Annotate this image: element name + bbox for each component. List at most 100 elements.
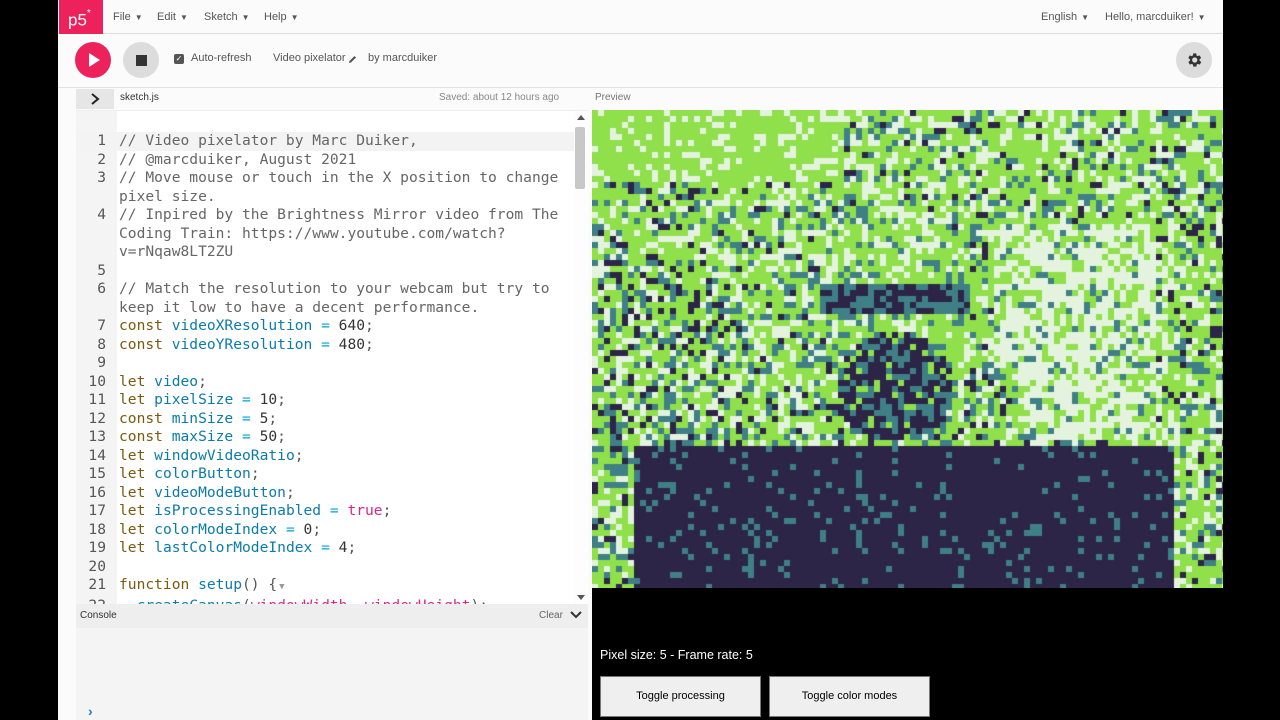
- sketch-author: by marcduiker: [368, 52, 438, 64]
- settings-button[interactable]: [1176, 42, 1212, 78]
- play-icon: [89, 53, 100, 67]
- code-token: let: [119, 446, 155, 464]
- code-token: ,: [347, 597, 365, 605]
- code-line[interactable]: 13 const maxSize = 50;: [76, 428, 576, 447]
- menu-edit[interactable]: Edit ▼: [157, 0, 188, 34]
- sidebar-toggle-button[interactable]: [76, 89, 114, 109]
- code-line[interactable]: Coding Train: https://www.youtube.com/wa…: [76, 225, 576, 244]
- sketch-name[interactable]: Video pixelator: [273, 52, 346, 64]
- code-line[interactable]: keep it low to have a decent performance…: [76, 299, 576, 318]
- p5-editor-window: p5* File ▼ Edit ▼ Sketch ▼ Help ▼ English ▼ H…: [58, 0, 1223, 720]
- code-line[interactable]: 19 let lastColorModeIndex = 4;: [76, 539, 576, 558]
- fold-arrow-icon[interactable]: ▼: [279, 582, 284, 592]
- code-line[interactable]: pixel size.: [76, 188, 576, 207]
- code-line[interactable]: 14 let windowVideoRatio;: [76, 447, 576, 466]
- code-line[interactable]: v=rNqaw8LT2ZU: [76, 243, 576, 262]
- editor-header: sketch.js Saved: about 12 hours ago: [58, 88, 590, 110]
- code-line[interactable]: 3 // Move mouse or touch in the X positio…: [76, 169, 576, 188]
- code-token: minSize: [171, 409, 234, 427]
- toggle-processing-button[interactable]: Toggle processing: [600, 676, 761, 717]
- code-token: colorModeIndex: [154, 520, 278, 538]
- caret-down-icon: ▼: [1197, 13, 1206, 22]
- code-token: =: [233, 391, 260, 408]
- pencil-icon[interactable]: [348, 55, 357, 64]
- code-token: ;: [382, 502, 392, 519]
- file-tab-sketch-js[interactable]: sketch.js: [120, 92, 159, 103]
- console-prompt-icon[interactable]: ›: [88, 703, 93, 719]
- code-token: =: [312, 317, 339, 334]
- code-token: () {: [242, 576, 278, 593]
- code-lines[interactable]: 1 // Video pixelator by Marc Duiker, 2 // @…: [76, 132, 576, 604]
- line-number: 19: [88, 539, 106, 556]
- code-line[interactable]: 7 const videoXResolution = 640;: [76, 317, 576, 336]
- line-number: 18: [88, 520, 106, 538]
- code-line[interactable]: 2 // @marcduiker, August 2021: [76, 151, 576, 170]
- code-token: let: [119, 520, 155, 538]
- code-token: keep it low to have a decent performance…: [119, 298, 480, 316]
- code-token: 480: [338, 335, 366, 353]
- chevron-down-icon[interactable]: [570, 609, 582, 621]
- saved-status: Saved: about 12 hours ago: [439, 92, 560, 103]
- p5-logo[interactable]: p5*: [59, 0, 103, 34]
- code-token: 640: [338, 317, 366, 334]
- language-menu[interactable]: English ▼: [1041, 0, 1089, 34]
- menu-sketch[interactable]: Sketch ▼: [204, 0, 250, 34]
- line-number: 9: [97, 354, 106, 371]
- code-token: 0: [303, 520, 313, 538]
- code-token: ;: [277, 428, 286, 445]
- gear-icon: [1188, 53, 1202, 67]
- scroll-up-icon[interactable]: [577, 115, 585, 120]
- code-token: const: [119, 317, 172, 334]
- code-token: ;: [312, 520, 322, 538]
- code-line[interactable]: 4 // Inpired by the Brightness Mirror vid…: [76, 206, 576, 225]
- pixelated-video-canvas[interactable]: [592, 110, 1223, 588]
- line-number: 7: [97, 317, 106, 334]
- code-line[interactable]: 11 let pixelSize = 10;: [76, 391, 576, 410]
- code-editor[interactable]: 1 // Video pixelator by Marc Duiker, 2 // @…: [76, 110, 588, 604]
- code-line[interactable]: 5: [76, 262, 576, 281]
- caret-down-icon: ▼: [1081, 13, 1089, 22]
- code-line[interactable]: 16 let videoModeButton;: [76, 484, 576, 503]
- line-number: 1: [97, 132, 106, 149]
- code-line[interactable]: 17 let isProcessingEnabled = true;: [76, 502, 576, 521]
- code-line[interactable]: 8 const videoYResolution = 480;: [76, 336, 576, 355]
- sketch-preview: Pixel size: 5 - Frame rate: 5 Toggle pro…: [592, 110, 1223, 720]
- menu-file[interactable]: File ▼: [113, 0, 143, 34]
- play-button[interactable]: [75, 42, 111, 78]
- code-line[interactable]: 20: [76, 558, 576, 577]
- code-line[interactable]: 6 // Match the resolution to your webcam …: [76, 280, 576, 299]
- code-token: ;: [250, 465, 260, 482]
- code-line[interactable]: 10 let video;: [76, 373, 576, 392]
- code-token: setup: [198, 576, 243, 593]
- code-token: // Inpired by the Brightness Mirror vide…: [119, 206, 559, 223]
- stop-button[interactable]: [123, 42, 159, 78]
- toggle-color-modes-button[interactable]: Toggle color modes: [769, 676, 930, 717]
- code-token: const: [119, 428, 172, 445]
- scrollbar-thumb[interactable]: [575, 127, 585, 189]
- code-token: maxSize: [171, 428, 234, 445]
- code-token: function: [119, 576, 199, 593]
- code-token: =: [277, 520, 304, 538]
- user-menu[interactable]: Hello, marcduiker! ▼: [1105, 0, 1206, 34]
- line-number: 6: [97, 280, 106, 297]
- code-line[interactable]: 21 function setup() {▼: [76, 576, 576, 597]
- chevron-right-icon: [91, 93, 100, 105]
- auto-refresh-checkbox[interactable]: ✓: [174, 54, 184, 64]
- code-line[interactable]: 22 createCanvas(windowWidth, windowHeigh…: [76, 597, 576, 605]
- auto-refresh-label[interactable]: Auto-refresh: [191, 52, 252, 64]
- code-line[interactable]: 15 let colorButton;: [76, 465, 576, 484]
- code-line[interactable]: 18 let colorModeIndex = 0;: [76, 521, 576, 540]
- code-token: );: [470, 597, 488, 605]
- menu-help[interactable]: Help ▼: [264, 0, 299, 34]
- code-token: ;: [365, 317, 374, 334]
- line-number: 10: [88, 372, 106, 390]
- scroll-down-icon[interactable]: [577, 595, 585, 600]
- code-line[interactable]: 1 // Video pixelator by Marc Duiker,: [76, 132, 576, 151]
- code-line[interactable]: 9: [76, 354, 576, 373]
- code-line[interactable]: 12 const minSize = 5;: [76, 410, 576, 429]
- console-clear-button[interactable]: Clear: [539, 610, 563, 621]
- editor-scrollbar[interactable]: [574, 111, 588, 604]
- code-token: v=rNqaw8LT2ZU: [119, 243, 234, 260]
- code-token: isProcessingEnabled: [154, 502, 322, 519]
- code-token: 10: [259, 391, 278, 408]
